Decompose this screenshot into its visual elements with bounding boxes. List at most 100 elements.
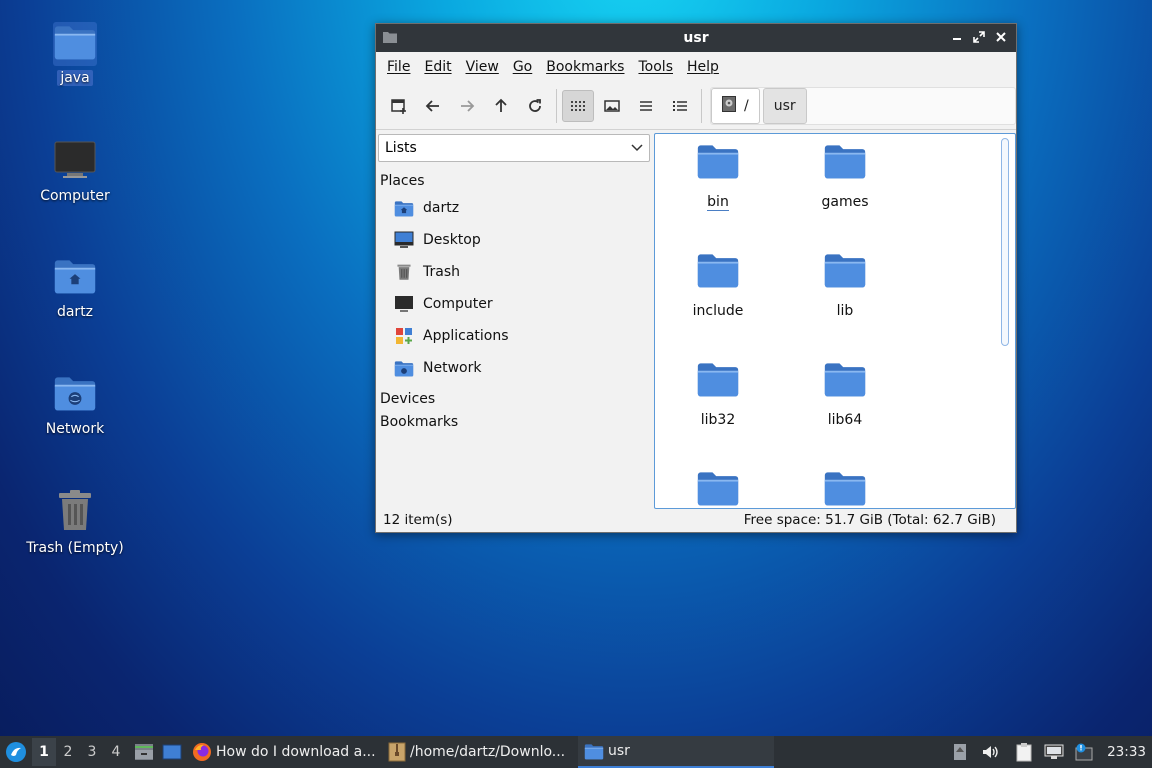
folder-item-label: lib32 — [700, 412, 736, 428]
notification-button[interactable] — [1069, 736, 1099, 768]
workspace-2[interactable]: 2 — [56, 744, 80, 760]
menu-help[interactable]: Help — [680, 59, 726, 75]
folder-item-lib64[interactable]: lib64 — [790, 359, 900, 428]
workspace-4[interactable]: 4 — [104, 744, 128, 760]
folder-item-lib32[interactable]: lib32 — [663, 359, 773, 428]
arrow-right-icon — [461, 99, 475, 112]
desktop-icon-network[interactable]: Network — [20, 373, 130, 437]
task-firefox[interactable]: How do I download a... — [186, 736, 382, 768]
arrow-up-icon — [495, 98, 507, 112]
task-usr[interactable]: usr — [578, 736, 774, 768]
place-item-home[interactable]: dartz — [377, 192, 651, 224]
close-button[interactable] — [992, 28, 1010, 46]
menu-go[interactable]: Go — [506, 59, 539, 75]
lubuntu-logo-icon — [6, 742, 26, 762]
network-folder-icon — [53, 373, 97, 417]
folder-item-label: games — [821, 194, 869, 210]
side-pane-mode-value: Lists — [385, 140, 417, 156]
folder-item-partial[interactable] — [790, 468, 900, 509]
image-icon — [604, 99, 620, 112]
place-item-network[interactable]: Network — [377, 352, 651, 384]
desktop-icon-dartz[interactable]: dartz — [20, 256, 130, 320]
thumbnail-view-button[interactable] — [596, 90, 628, 122]
forward-button[interactable] — [451, 90, 483, 122]
workspace-3[interactable]: 3 — [80, 744, 104, 760]
desktop-icon — [393, 229, 415, 251]
folder-item-label: lib64 — [827, 412, 863, 428]
menu-view[interactable]: View — [459, 59, 506, 75]
place-item-label: Computer — [423, 296, 493, 312]
compact-view-button[interactable] — [630, 90, 662, 122]
place-item-label: Trash — [423, 264, 460, 280]
folder-item-label: lib — [836, 303, 854, 319]
network-wired-icon — [1044, 744, 1064, 759]
minimize-button[interactable] — [948, 28, 966, 46]
scrollbar-thumb[interactable] — [1001, 138, 1009, 346]
start-menu-button[interactable] — [0, 736, 32, 768]
folder-item-games[interactable]: games — [790, 141, 900, 210]
network-status-button[interactable] — [1039, 736, 1069, 768]
back-button[interactable] — [417, 90, 449, 122]
show-desktop-button[interactable] — [158, 744, 186, 760]
folder-item-bin[interactable]: bin — [663, 141, 773, 211]
task-label: How do I download a... — [216, 744, 376, 760]
path-root-button[interactable]: / — [711, 87, 760, 124]
place-item-label: Network — [423, 360, 482, 376]
menu-file[interactable]: File — [380, 59, 417, 75]
menu-edit[interactable]: Edit — [417, 59, 458, 75]
detailed-list-icon — [673, 100, 687, 111]
desktop-icon-computer[interactable]: Computer — [20, 140, 130, 204]
reload-icon — [529, 98, 541, 112]
archive-icon — [388, 742, 406, 762]
reload-button[interactable] — [519, 90, 551, 122]
item-count: 12 item(s) — [383, 512, 453, 528]
menu-tools[interactable]: Tools — [631, 59, 680, 75]
clipboard-button[interactable] — [1009, 736, 1039, 768]
folder-item-partial[interactable] — [663, 468, 773, 509]
task-label: /home/dartz/Downlo... — [410, 744, 566, 760]
folder-icon — [823, 250, 867, 294]
icon-view-button[interactable] — [562, 89, 594, 122]
new-tab-button[interactable] — [383, 90, 415, 122]
place-item-desktop[interactable]: Desktop — [377, 224, 651, 256]
place-item-computer[interactable]: Computer — [377, 288, 651, 320]
path-current-button[interactable]: usr — [762, 87, 807, 124]
place-item-label: dartz — [423, 200, 460, 216]
volume-button[interactable] — [975, 736, 1005, 768]
place-item-applications[interactable]: Applications — [377, 320, 651, 352]
desktop-icon — [162, 744, 182, 760]
vertical-scrollbar[interactable] — [1001, 138, 1009, 506]
desktop-icon-trash[interactable]: Trash (Empty) — [20, 490, 130, 556]
up-button[interactable] — [485, 90, 517, 122]
menu-bookmarks[interactable]: Bookmarks — [539, 59, 631, 75]
status-bar: 12 item(s) Free space: 51.7 GiB (Total: … — [376, 508, 1016, 532]
folder-view[interactable]: bin games include lib lib32 lib64 — [654, 133, 1016, 509]
place-item-trash[interactable]: Trash — [377, 256, 651, 288]
computer-icon — [53, 140, 97, 184]
update-icon — [954, 744, 967, 760]
trash-icon — [53, 490, 97, 536]
task-archive[interactable]: /home/dartz/Downlo... — [382, 736, 578, 768]
folder-icon — [823, 359, 867, 403]
file-manager-launcher[interactable] — [130, 743, 158, 761]
maximize-button[interactable] — [970, 28, 988, 46]
detailed-view-button[interactable] — [664, 90, 696, 122]
path-current-label: usr — [773, 97, 796, 114]
applications-icon — [393, 325, 415, 347]
devices-heading[interactable]: Devices — [377, 387, 651, 410]
bookmarks-heading[interactable]: Bookmarks — [377, 410, 651, 433]
desktop-icon-label: Network — [45, 421, 105, 437]
desktop-icon-label: Trash (Empty) — [26, 540, 124, 556]
folder-icon — [696, 250, 740, 294]
side-pane-mode-select[interactable]: Lists — [378, 134, 650, 162]
tray-up-arrow[interactable] — [945, 736, 975, 768]
folder-item-include[interactable]: include — [663, 250, 773, 319]
window-titlebar[interactable]: usr — [376, 24, 1016, 52]
folder-item-lib[interactable]: lib — [790, 250, 900, 319]
places-heading[interactable]: Places — [377, 169, 651, 192]
desktop-icon-java[interactable]: java — [20, 22, 130, 86]
folder-icon — [823, 468, 867, 509]
folder-icon — [584, 743, 604, 760]
clock[interactable]: 23:33 — [1107, 744, 1146, 760]
workspace-1[interactable]: 1 — [32, 738, 56, 766]
